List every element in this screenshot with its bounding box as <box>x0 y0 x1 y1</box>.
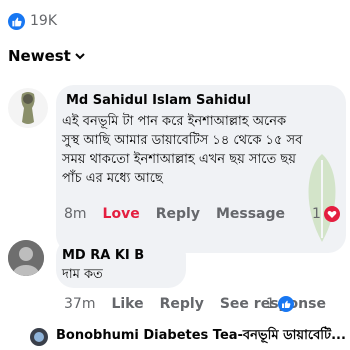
avatar[interactable] <box>8 88 48 128</box>
reaction-number: 1 <box>312 206 321 222</box>
like-icon <box>8 12 25 30</box>
comment-text: এই বনভূমি টা পান করে ইনশাআল্লাহ অনেক সুস… <box>62 112 340 188</box>
page-replies-link[interactable]: Bonobhumi Diabetes Tea-বনভূমি ডায়াবেটি.… <box>30 326 350 347</box>
reactions-summary[interactable]: 19K <box>8 10 57 32</box>
replies-label: Bonobhumi Diabetes Tea-বনভূমি ডায়াবেটি.… <box>56 328 346 343</box>
comment-text: দাম কত <box>62 265 172 284</box>
avatar[interactable] <box>8 240 44 276</box>
comment-line: সময় থাকতো ইনশাআল্লাহ এখন ছয় সাতে ছয় <box>62 152 296 167</box>
comment-line: সুস্থ আছি আমার ডায়াবেটিস ১৪ থেকে ১৫ সব <box>62 133 303 148</box>
comment-time[interactable]: 37m <box>64 296 95 312</box>
comment-line: এই বনভূমি টা পান করে ইনশাআল্লাহ অনেক <box>62 114 287 129</box>
love-icon <box>323 206 340 222</box>
comment-author[interactable]: MD RA KI B <box>62 248 144 263</box>
reaction-count: 19K <box>30 13 57 29</box>
like-icon <box>277 296 294 312</box>
reply-button[interactable]: Reply <box>156 206 200 222</box>
love-button[interactable]: Love <box>103 206 140 222</box>
comment-actions: 8m Love Reply Message <box>64 206 301 222</box>
like-button[interactable]: Like <box>111 296 143 312</box>
message-button[interactable]: Message <box>216 206 285 222</box>
comment-author[interactable]: Md Sahidul Islam Sahidul <box>66 93 251 108</box>
chevron-down-icon <box>75 53 85 60</box>
sort-label: Newest <box>8 47 71 65</box>
comment-actions: 37m Like Reply See response <box>64 296 342 312</box>
comment-reaction-count[interactable]: 1 <box>266 296 294 312</box>
reply-button[interactable]: Reply <box>160 296 204 312</box>
comment-line: দাম কত <box>62 267 103 282</box>
page-avatar-icon <box>30 327 48 346</box>
reaction-number: 1 <box>266 296 275 312</box>
comment-line: পাঁচ এর মধ্যে আছে <box>62 171 163 186</box>
sort-dropdown[interactable]: Newest <box>8 47 85 65</box>
leaf-watermark-icon <box>308 154 336 242</box>
comment-reaction-count[interactable]: 1 <box>312 206 340 222</box>
comment-time[interactable]: 8m <box>64 206 87 222</box>
